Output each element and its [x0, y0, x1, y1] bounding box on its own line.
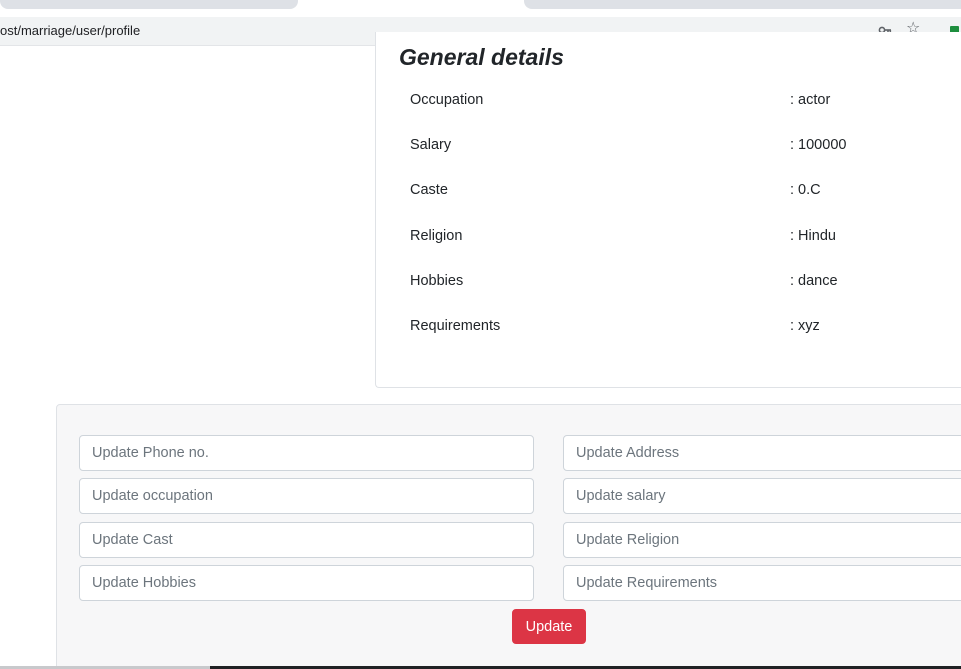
detail-row-requirements: Requirements : xyz [410, 318, 950, 340]
url-text[interactable]: ost/marriage/user/profile [0, 23, 140, 38]
detail-label: Religion [410, 228, 463, 244]
update-religion-input[interactable] [563, 522, 961, 558]
browser-tab[interactable] [524, 0, 961, 9]
detail-row-caste: Caste : 0.C [410, 182, 950, 204]
update-address-input[interactable] [563, 435, 961, 471]
detail-row-religion: Religion : Hindu [410, 228, 950, 250]
update-requirements-input[interactable] [563, 565, 961, 601]
detail-value: : actor [790, 92, 831, 108]
detail-label: Caste [410, 182, 448, 198]
update-button[interactable]: Update [512, 609, 586, 644]
detail-row-salary: Salary : 100000 [410, 137, 950, 159]
update-occupation-input[interactable] [79, 478, 534, 514]
detail-value: : xyz [790, 318, 820, 334]
update-salary-input[interactable] [563, 478, 961, 514]
detail-value: : Hindu [790, 228, 836, 244]
update-phone-input[interactable] [79, 435, 534, 471]
update-hobbies-input[interactable] [79, 565, 534, 601]
browser-window: ost/marriage/user/profile ☆ General deta… [0, 0, 961, 669]
detail-value: : 100000 [790, 137, 847, 153]
detail-label: Hobbies [410, 273, 464, 289]
detail-value: : 0.C [790, 182, 821, 198]
tab-strip [0, 0, 961, 16]
detail-row-occupation: Occupation : actor [410, 92, 950, 114]
browser-tab[interactable] [0, 0, 298, 9]
update-cast-input[interactable] [79, 522, 534, 558]
detail-row-hobbies: Hobbies : dance [410, 273, 950, 295]
general-details-title: General details [399, 44, 564, 70]
detail-label: Salary [410, 137, 452, 153]
detail-label: Requirements [410, 318, 501, 334]
detail-value: : dance [790, 273, 838, 289]
detail-label: Occupation [410, 92, 484, 108]
